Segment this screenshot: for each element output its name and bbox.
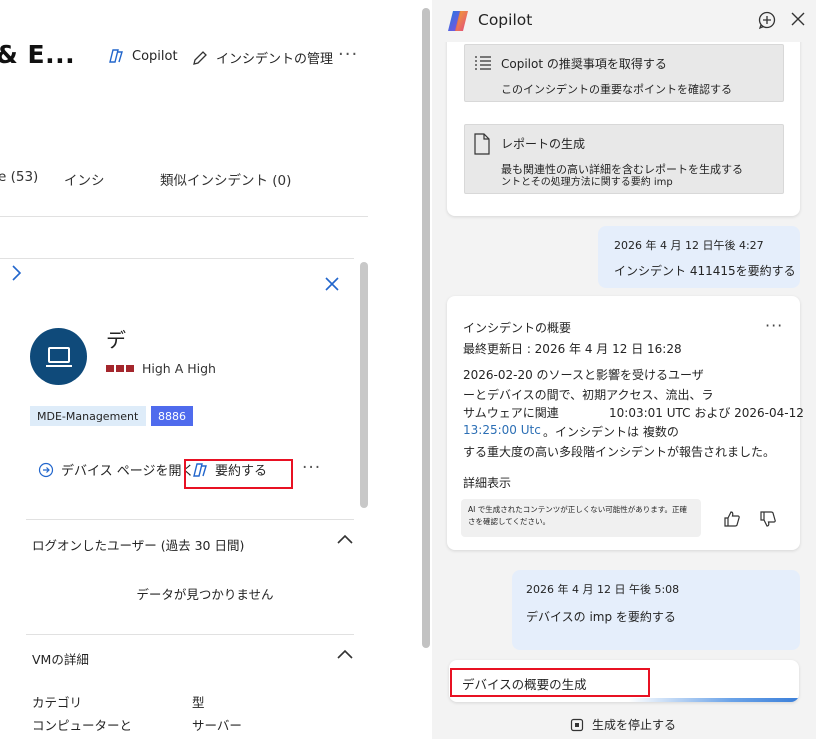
ai-disclaimer: AI で生成されたコンテンツが正しくない可能性があります。正確さを確認してくださ… <box>461 499 701 537</box>
suggestion-desc: このインシデントの重要なポイントを確認する <box>501 83 732 96</box>
severity-blocks <box>106 365 134 372</box>
message-timestamp: 2026 年 4 月 12 日午後 4:27 <box>614 239 764 252</box>
copilot-logo-icon <box>446 9 470 36</box>
incident-scrollbar[interactable] <box>422 8 430 648</box>
highlight-box <box>184 459 293 489</box>
list-icon <box>475 56 491 70</box>
vm-details-title: VMの詳細 <box>32 652 89 667</box>
arrow-circle-right-icon <box>38 462 54 477</box>
suggestion-generate-report[interactable]: レポートの生成 最も関連性の高い詳細を含むレポートを生成する ントとその処理方法… <box>464 124 784 194</box>
message-text: デバイスの imp を要約する <box>526 610 676 624</box>
generating-indicator <box>629 698 799 702</box>
laptop-icon <box>45 346 72 367</box>
message-text: インシデント 411415を要約する <box>614 264 796 278</box>
no-data-text: データが見つかりません <box>136 587 274 602</box>
thumbs-down-icon[interactable] <box>759 510 777 531</box>
tag-mde-management: MDE-Management <box>30 406 146 426</box>
tag-count: 8886 <box>151 406 193 426</box>
response-line: サムウェアに関連 <box>463 406 559 420</box>
suggestions-card: Copilot の推奨事項を取得する このインシデントの重要なポイントを確認する… <box>447 42 800 216</box>
divider <box>26 634 354 635</box>
manage-incident-button[interactable]: インシデントの管理 <box>192 48 333 67</box>
response-updated: 最終更新日 : 2026 年 4 月 12 日 16:28 <box>463 342 682 356</box>
divider <box>0 258 354 259</box>
response-line: ーとデバイスの間で、初期アクセス、流出、ラ <box>463 388 714 402</box>
category-value: コンピューターと <box>32 718 133 733</box>
logged-users-title: ログオンしたユーザー (過去 30 日間) <box>32 538 245 553</box>
more-actions-button[interactable]: ··· <box>338 44 358 65</box>
severity-label: High A High <box>142 361 216 376</box>
incident-tabs: e (53) インシ 類似インシデント (0) <box>0 166 368 194</box>
highlight-box <box>450 668 650 697</box>
suggestion-title: レポートの生成 <box>501 137 586 151</box>
tab-alerts[interactable]: e (53) <box>0 169 38 185</box>
open-device-page-label: デバイス ページを開く <box>61 464 195 479</box>
response-more-button[interactable]: ··· <box>765 316 783 335</box>
severity-indicator: High A High <box>106 361 216 376</box>
copilot-pane: Copilot Copilot の推奨事項を取得する このインシデントの重要なポ… <box>432 0 816 739</box>
stop-generating-button[interactable]: 生成を停止する <box>570 716 676 733</box>
show-more-link[interactable]: 詳細表示 <box>463 474 511 491</box>
type-value: サーバー <box>192 718 242 733</box>
copilot-button-label: Copilot <box>132 48 178 64</box>
divider <box>0 216 368 217</box>
chevron-right-icon[interactable] <box>10 264 24 285</box>
category-label: カテゴリ <box>32 695 83 710</box>
user-message: 2026 年 4 月 12 日 午後 5:08 デバイスの imp を要約する <box>512 570 800 650</box>
response-title: インシデントの概要 <box>463 321 572 335</box>
tab-incident[interactable]: インシ <box>64 169 105 189</box>
close-icon[interactable] <box>324 276 340 295</box>
pencil-icon <box>193 50 207 65</box>
response-card: インシデントの概要 ··· 最終更新日 : 2026 年 4 月 12 日 16… <box>447 296 804 550</box>
document-icon <box>474 133 490 155</box>
device-name: デ <box>106 328 126 352</box>
incident-pane: & E... Copilot インシデントの管理 ··· e (53) インシ … <box>0 0 420 739</box>
manage-incident-label: インシデントの管理 <box>216 52 334 67</box>
device-more-button[interactable]: ··· <box>302 458 321 478</box>
open-device-page-button[interactable]: デバイス ページを開く <box>38 460 194 479</box>
type-label: 型 <box>192 695 205 710</box>
message-timestamp: 2026 年 4 月 12 日 午後 5:08 <box>526 583 680 596</box>
suggestion-title: Copilot の推奨事項を取得する <box>501 57 667 71</box>
thumbs-up-icon[interactable] <box>723 510 741 531</box>
incident-title: & E... <box>0 40 76 69</box>
copilot-icon <box>109 49 123 63</box>
stop-icon <box>570 718 584 731</box>
suggestion-recommendations[interactable]: Copilot の推奨事項を取得する このインシデントの重要なポイントを確認する <box>464 44 784 102</box>
new-chat-icon[interactable] <box>757 10 777 33</box>
response-line: 10:03:01 UTC および 2026-04-12 <box>609 406 804 420</box>
divider <box>26 519 354 520</box>
copilot-button[interactable]: Copilot <box>108 48 178 64</box>
avatar <box>30 328 87 385</box>
pane-divider <box>420 0 432 739</box>
close-icon[interactable] <box>790 11 806 30</box>
copilot-title: Copilot <box>478 11 533 29</box>
response-line: する重大度の高い多段階インシデントが報告されました。 <box>463 445 776 459</box>
chevron-up-icon[interactable] <box>336 533 354 548</box>
response-line: 2026-02-20 のソースと影響を受けるユーザ <box>463 368 704 382</box>
user-message: 2026 年 4 月 12 日午後 4:27 インシデント 411415を要約す… <box>598 226 800 288</box>
chevron-up-icon[interactable] <box>336 648 354 663</box>
response-line: 。インシデントは 複数の <box>543 425 679 439</box>
device-panel-scrollbar[interactable] <box>360 262 368 508</box>
response-timestamp-link[interactable]: 13:25:00 Utc <box>463 423 541 437</box>
suggestion-desc-overlap: ントとその処理方法に関する要約 imp <box>501 177 673 188</box>
chat-area[interactable]: Copilot の推奨事項を取得する このインシデントの重要なポイントを確認する… <box>432 42 816 658</box>
copilot-header: Copilot <box>432 0 816 42</box>
stop-generating-label: 生成を停止する <box>592 718 677 732</box>
tab-similar-incidents[interactable]: 類似インシデント (0) <box>160 169 291 189</box>
